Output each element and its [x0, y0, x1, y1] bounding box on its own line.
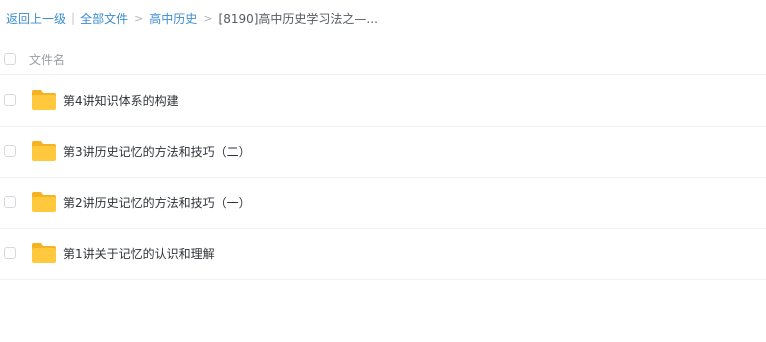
folder-icon[interactable]: [31, 140, 57, 162]
file-name[interactable]: 第1讲关于记忆的认识和理解: [63, 245, 215, 262]
file-name[interactable]: 第3讲历史记忆的方法和技巧（二）: [63, 143, 251, 160]
breadcrumb-divider: |: [71, 11, 76, 25]
breadcrumb-current: [8190]高中历史学习法之—...: [218, 11, 378, 26]
table-row[interactable]: 第1讲关于记忆的认识和理解: [0, 228, 766, 280]
row-checkbox[interactable]: [4, 247, 16, 259]
row-checkbox[interactable]: [4, 94, 16, 106]
back-link[interactable]: 返回上一级: [6, 10, 66, 27]
select-all-checkbox[interactable]: [4, 53, 16, 65]
folder-icon[interactable]: [31, 242, 57, 264]
table-row[interactable]: 第2讲历史记忆的方法和技巧（一）: [0, 177, 766, 229]
folder-icon[interactable]: [31, 89, 57, 111]
breadcrumb-arrow: >: [203, 11, 213, 25]
column-header-filename[interactable]: 文件名: [29, 51, 65, 68]
file-list-header: 文件名: [0, 44, 766, 75]
breadcrumb: 返回上一级 | 全部文件 > 高中历史 > [8190]高中历史学习法之—...: [6, 9, 378, 27]
file-name[interactable]: 第2讲历史记忆的方法和技巧（一）: [63, 194, 251, 211]
row-checkbox[interactable]: [4, 196, 16, 208]
file-name[interactable]: 第4讲知识体系的构建: [63, 92, 179, 109]
breadcrumb-all-files[interactable]: 全部文件: [80, 10, 128, 27]
table-row[interactable]: 第3讲历史记忆的方法和技巧（二）: [0, 126, 766, 178]
breadcrumb-level1[interactable]: 高中历史: [149, 10, 197, 27]
table-row[interactable]: 第4讲知识体系的构建: [0, 75, 766, 127]
row-checkbox[interactable]: [4, 145, 16, 157]
breadcrumb-arrow: >: [134, 11, 144, 25]
folder-icon[interactable]: [31, 191, 57, 213]
